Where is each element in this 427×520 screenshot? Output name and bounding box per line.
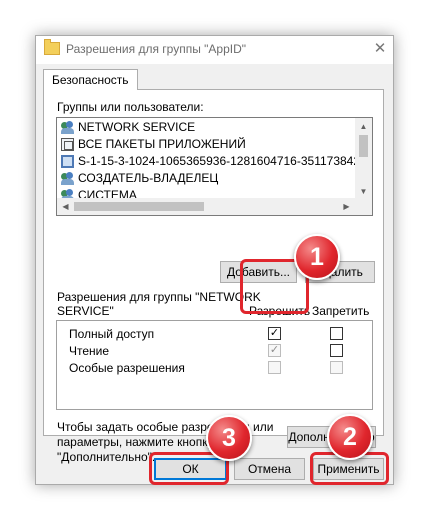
step-2-badge: 2 — [327, 414, 373, 460]
close-icon[interactable]: ✕ — [370, 39, 390, 59]
step-1-badge: 1 — [294, 234, 340, 280]
column-deny-header: Запретить — [312, 304, 370, 318]
folder-icon — [44, 39, 60, 55]
list-item-label: СОЗДАТЕЛЬ-ВЛАДЕЛЕЦ — [78, 171, 219, 185]
title-bar: Разрешения для группы "AppID" ✕ — [36, 36, 393, 64]
sid-icon — [61, 155, 74, 168]
cancel-button[interactable]: Отмена — [234, 458, 305, 480]
users-icon — [61, 172, 74, 185]
scroll-thumb[interactable] — [74, 202, 204, 211]
special-hint-line2: параметры, нажмите кнопку — [57, 435, 214, 449]
package-icon — [61, 138, 74, 151]
horizontal-scrollbar[interactable]: ◀ ▶ — [57, 198, 355, 215]
deny-full-access-checkbox[interactable] — [330, 327, 343, 340]
permissions-label: Разрешения для группы "NETWORK — [57, 290, 261, 304]
list-item-label: NETWORK SERVICE — [78, 120, 196, 134]
special-hint-line3: "Дополнительно". — [57, 450, 156, 464]
groups-listbox[interactable]: NETWORK SERVICE ВСЕ ПАКЕТЫ ПРИЛОЖЕНИЙ S-… — [56, 117, 373, 216]
allow-special-checkbox[interactable] — [268, 361, 281, 374]
scroll-thumb[interactable] — [359, 135, 368, 157]
groups-label: Группы или пользователи: — [57, 100, 204, 114]
permission-name: Особые разрешения — [69, 361, 185, 375]
permission-name: Полный доступ — [69, 327, 155, 341]
scroll-left-icon[interactable]: ◀ — [57, 198, 74, 215]
users-icon — [61, 121, 74, 134]
vertical-scrollbar[interactable]: ▲ ▼ — [355, 118, 372, 200]
permissions-table: Полный доступ Чтение Особые разрешения ✓… — [56, 320, 373, 410]
list-item-label: S-1-15-3-1024-1065365936-1281604716-3511… — [78, 154, 373, 168]
permission-name: Чтение — [69, 344, 110, 358]
scroll-up-icon[interactable]: ▲ — [355, 118, 372, 135]
permissions-label-line2: SERVICE" — [57, 304, 114, 318]
step-3-badge: 3 — [206, 415, 252, 461]
scroll-corner — [355, 198, 372, 215]
scroll-right-icon[interactable]: ▶ — [338, 198, 355, 215]
allow-full-access-checkbox[interactable]: ✓ — [268, 327, 281, 340]
tab-security[interactable]: Безопасность — [43, 69, 138, 90]
deny-special-checkbox[interactable] — [330, 361, 343, 374]
deny-read-checkbox[interactable] — [330, 344, 343, 357]
list-item-label: ВСЕ ПАКЕТЫ ПРИЛОЖЕНИЙ — [78, 137, 246, 151]
window-title: Разрешения для группы "AppID" — [66, 42, 247, 56]
allow-read-checkbox[interactable]: ✓ — [268, 344, 281, 357]
